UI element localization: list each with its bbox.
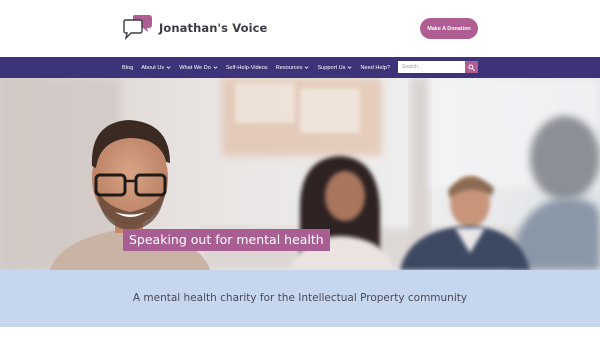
nav-item-resources[interactable]: Resources — [272, 65, 314, 71]
nav-item-self-help-videos[interactable]: Self-Help-Videos — [222, 65, 272, 71]
nav-item-label: About Us — [141, 64, 165, 71]
chevron-down-icon — [304, 65, 309, 70]
site-header: Jonathan's Voice Make A Donation — [0, 0, 600, 57]
search-icon — [468, 58, 475, 76]
nav-item-label: Need Help? — [360, 64, 390, 71]
site-logo[interactable]: Jonathan's Voice — [121, 15, 267, 41]
nav-item-what-we-do[interactable]: What We Do — [175, 65, 222, 71]
nav-item-blog[interactable]: Blog — [118, 65, 137, 71]
speech-bubbles-logo-icon — [121, 15, 153, 41]
make-donation-button[interactable]: Make A Donation — [420, 18, 478, 39]
nav-item-need-help[interactable]: Need Help? — [356, 65, 394, 71]
nav-menu: Blog About Us What We Do Self-Help-Videos Re… — [118, 57, 394, 78]
chevron-down-icon — [213, 65, 218, 70]
chevron-down-icon — [347, 65, 352, 70]
search-input[interactable] — [398, 61, 465, 73]
nav-item-about-us[interactable]: About Us — [137, 65, 175, 71]
nav-item-label: Resources — [275, 64, 303, 71]
nav-item-label: Blog — [122, 64, 134, 71]
tagline-band: A mental health charity for the Intellec… — [0, 270, 600, 327]
nav-item-label: Self-Help-Videos — [225, 64, 268, 71]
search-button[interactable] — [465, 61, 478, 73]
main-navigation: Blog About Us What We Do Self-Help-Videos Re… — [0, 57, 600, 78]
chevron-down-icon — [166, 65, 171, 70]
nav-item-support-us[interactable]: Support Us — [313, 65, 356, 71]
tagline-text: A mental health charity for the Intellec… — [132, 292, 468, 304]
hero-title: Speaking out for mental health — [123, 229, 330, 251]
page-bottom — [0, 327, 600, 338]
nav-item-label: What We Do — [179, 64, 211, 71]
logo-text: Jonathan's Voice — [159, 21, 268, 35]
nav-item-label: Support Us — [317, 64, 346, 71]
